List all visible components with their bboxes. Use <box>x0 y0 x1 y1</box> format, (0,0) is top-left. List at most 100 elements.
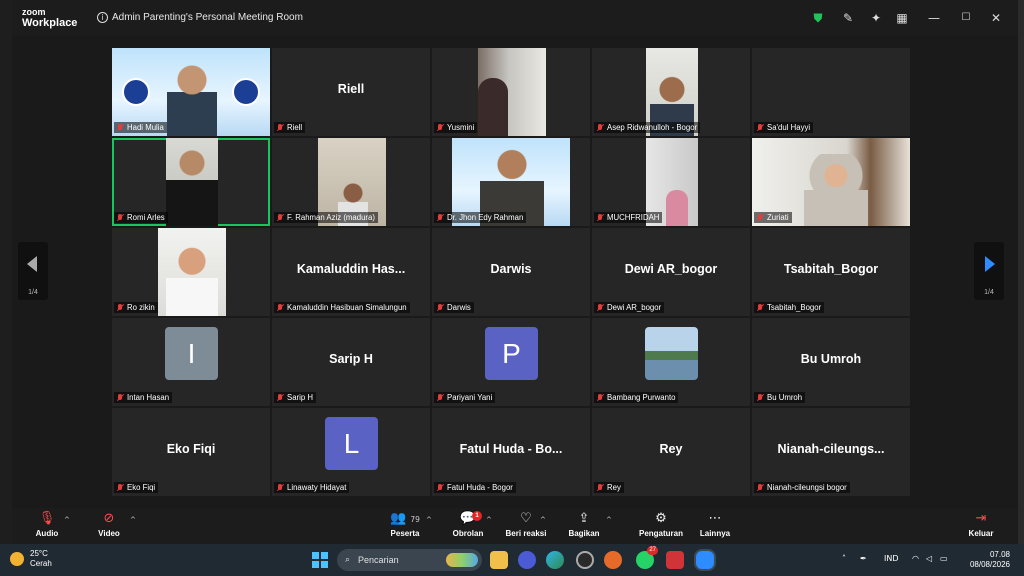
pen-icon[interactable]: ✒ <box>860 554 867 563</box>
more-button[interactable]: ⋯ Lainnya <box>696 511 734 538</box>
video-button[interactable]: ⊘ Video <box>94 511 124 538</box>
share-button[interactable]: ⇪ Bagikan <box>566 511 602 538</box>
reactions-label: Beri reaksi <box>505 529 547 538</box>
sparkle-icon[interactable]: ✦ <box>868 10 884 26</box>
participant-tile[interactable]: Romi Arles <box>112 138 270 226</box>
mic-muted-icon <box>756 303 764 312</box>
leave-button[interactable]: ⇥ Keluar <box>964 511 998 538</box>
mic-muted-icon <box>596 303 604 312</box>
taskbar-clock[interactable]: 07.08 08/08/2026 <box>970 550 1010 570</box>
wps-icon[interactable] <box>666 551 684 569</box>
gallery-view: 1/4 1/4 Hadi Mulia Riell Riell Yusmini Asep … <box>12 36 1018 508</box>
participants-label: Peserta <box>390 529 420 538</box>
participant-tile[interactable]: Dewi AR_bogor Dewi AR_bogor <box>592 228 750 316</box>
participant-tile[interactable]: P Pariyani Yani <box>432 318 590 406</box>
participant-name-label: Ro zikin <box>114 302 158 313</box>
reactions-options-caret[interactable]: ^ <box>540 516 546 524</box>
participant-name: Zuriati <box>767 213 789 222</box>
participants-button[interactable]: 👥 79 Peserta <box>380 511 430 538</box>
mic-muted-icon <box>436 483 444 492</box>
mic-muted-icon <box>756 483 764 492</box>
banner-portrait-right <box>232 78 260 106</box>
participant-tile[interactable]: Eko Fiqi Eko Fiqi <box>112 408 270 496</box>
audio-button[interactable]: 🎙 Audio <box>34 511 60 538</box>
previous-page-button[interactable]: 1/4 <box>18 242 48 300</box>
zoom-app-icon[interactable] <box>696 551 714 569</box>
language-indicator[interactable]: IND <box>884 554 899 563</box>
speaker-icon[interactable]: ◁ <box>926 554 932 563</box>
participant-tile[interactable]: Ro zikin <box>112 228 270 316</box>
participants-options-caret[interactable]: ^ <box>426 516 432 524</box>
shield-icon[interactable]: ⛊ <box>810 10 826 26</box>
next-page-button[interactable]: 1/4 <box>974 242 1004 300</box>
participant-tile[interactable]: I Intan Hasan <box>112 318 270 406</box>
participant-display-name: Kamaluddin Has... <box>296 262 406 276</box>
maximize-icon[interactable]: ☐ <box>958 10 974 26</box>
participant-tile[interactable]: Tsabitah_Bogor Tsabitah_Bogor <box>752 228 910 316</box>
video-options-caret[interactable]: ^ <box>130 516 136 524</box>
close-icon[interactable]: ✕ <box>988 10 1004 26</box>
edge-icon[interactable] <box>546 551 564 569</box>
chat-button[interactable]: 💬 1 Obrolan <box>450 511 486 538</box>
chat-options-caret[interactable]: ^ <box>486 516 492 524</box>
participant-tile[interactable]: L Linawaty Hidayat <box>272 408 430 496</box>
participant-tile[interactable]: Kamaluddin Has... Kamaluddin Hasibuan Sim… <box>272 228 430 316</box>
windows-logo-tr <box>321 552 328 559</box>
participant-tile[interactable]: Bambang Purwanto <box>592 318 750 406</box>
mic-muted-icon <box>596 213 604 222</box>
participant-tile[interactable]: Zuriati <box>752 138 910 226</box>
participant-name: Dr. Jhon Edy Rahman <box>447 213 524 222</box>
participant-name: Dewi AR_bogor <box>607 303 662 312</box>
whatsapp-icon[interactable]: 27 <box>636 546 658 569</box>
participant-name-label: Darwis <box>434 302 474 313</box>
canva-icon[interactable] <box>518 551 536 569</box>
battery-icon[interactable]: ▭ <box>940 554 948 563</box>
participant-name: Linawaty Hidayat <box>287 483 347 492</box>
participant-tile[interactable]: Fatul Huda - Bo... Fatul Huda - Bogor <box>432 408 590 496</box>
wifi-icon[interactable]: ◠ <box>912 554 919 563</box>
participant-tile[interactable]: Sarip H Sarip H <box>272 318 430 406</box>
participant-tile[interactable]: Rey Rey <box>592 408 750 496</box>
participant-display-name: Fatul Huda - Bo... <box>459 442 563 456</box>
arrow-right-icon <box>985 256 995 272</box>
view-grid-icon[interactable]: ▦ <box>894 10 910 26</box>
participant-tile[interactable]: F. Rahman Aziz (madura) <box>272 138 430 226</box>
minimize-icon[interactable]: — <box>926 10 942 26</box>
participant-tile[interactable]: Bu Umroh Bu Umroh <box>752 318 910 406</box>
settings-button[interactable]: ⚙ Pengaturan <box>636 511 686 538</box>
weather-widget[interactable]: 25°C Cerah <box>10 549 52 569</box>
participant-tile[interactable]: Darwis Darwis <box>432 228 590 316</box>
meeting-toolbar: 🎙 Audio ^ ⊘ Video ^ 👥 79 Peserta ^ 💬 1 Ob… <box>12 508 1018 544</box>
ai-companion-icon[interactable]: ✎ <box>840 10 856 26</box>
obs-icon[interactable] <box>576 551 594 569</box>
participant-tile[interactable]: Hadi Mulia <box>112 48 270 136</box>
person-silhouette <box>478 78 508 136</box>
participant-tile[interactable]: Riell Riell <box>272 48 430 136</box>
page-indicator-right: 1/4 <box>984 289 994 296</box>
brand-workplace: Workplace <box>22 17 78 29</box>
taskbar-search[interactable]: ⌕ Pencarian <box>337 549 482 571</box>
participant-tile[interactable]: MUCHFRIDAH <box>592 138 750 226</box>
brand-zoom: zoom <box>22 7 46 17</box>
file-explorer-icon[interactable] <box>490 551 508 569</box>
show-hidden-icons[interactable]: ˄ <box>842 554 846 563</box>
participant-tile[interactable]: Yusmini <box>432 48 590 136</box>
person-silhouette <box>666 190 688 226</box>
participant-tile[interactable]: Dr. Jhon Edy Rahman <box>432 138 590 226</box>
camera-off-icon: ⊘ <box>103 511 115 526</box>
start-button[interactable] <box>312 552 328 568</box>
mic-muted-icon <box>436 213 444 222</box>
participant-tile[interactable]: Sa'dul Hayyi <box>752 48 910 136</box>
participant-tile[interactable]: Asep Ridwanulloh - Bogor <box>592 48 750 136</box>
share-screen-icon: ⇪ <box>578 511 590 526</box>
audio-options-caret[interactable]: ^ <box>64 516 70 524</box>
share-options-caret[interactable]: ^ <box>606 516 612 524</box>
participant-name: Hadi Mulia <box>127 123 164 132</box>
participant-name-label: Rey <box>594 482 624 493</box>
firefox-icon[interactable] <box>604 551 622 569</box>
participant-name-label: Romi Arles <box>114 212 168 223</box>
info-icon[interactable]: i <box>97 12 108 23</box>
mic-muted-icon <box>596 123 604 132</box>
participant-tile[interactable]: Nianah-cileungs... Nianah-cileungsi bogor <box>752 408 910 496</box>
person-silhouette <box>804 154 868 226</box>
